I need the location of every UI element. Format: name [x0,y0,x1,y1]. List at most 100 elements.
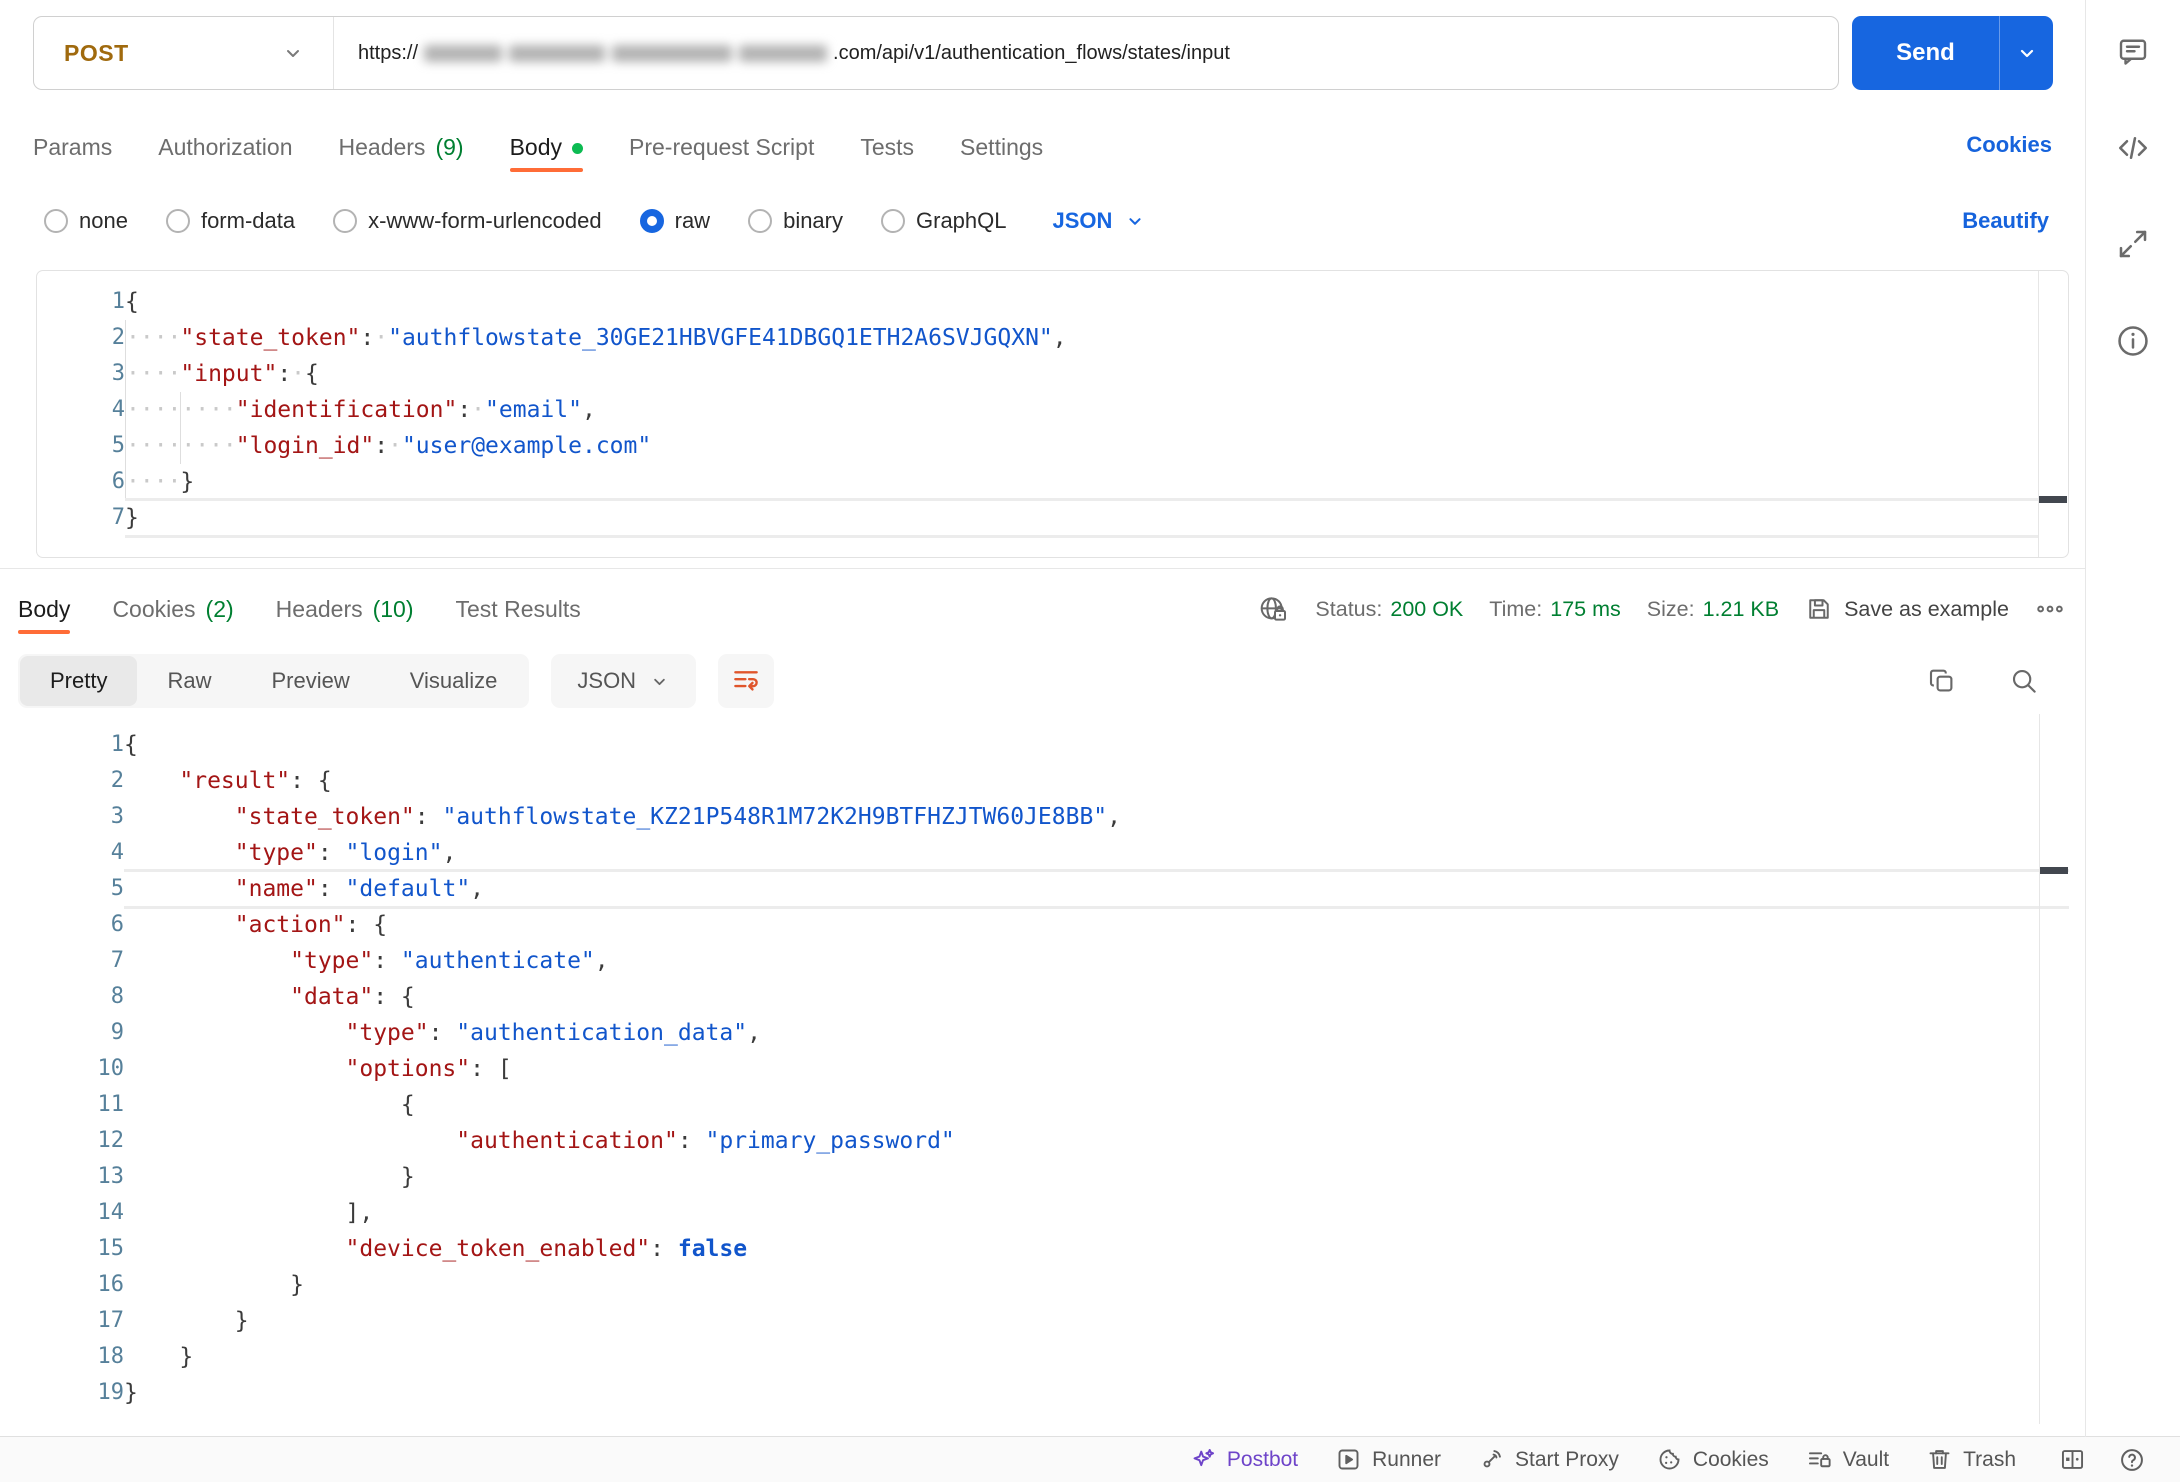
token: : [ [470,1056,512,1082]
url-input[interactable]: https:// .com/api/v1/authentication_flow… [334,42,1838,65]
url-prefix: https:// [358,41,419,64]
code-icon[interactable] [2115,130,2151,166]
copy-icon[interactable] [1927,666,1957,696]
radio-icon [881,209,905,233]
request-tab-authorization[interactable]: Authorization [158,124,292,170]
status-badge[interactable]: Status: 200 OK [1315,597,1463,622]
line-number: 16 [97,1272,125,1297]
comments-icon[interactable] [2115,34,2151,70]
line-number: 4 [110,840,124,865]
token: , [1052,325,1067,351]
code-area[interactable]: {"result": {"state_token": "authflowstat… [124,714,2069,1411]
view-tab-visualize[interactable]: Visualize [380,656,528,706]
body-mode-GraphQL[interactable]: GraphQL [881,208,1007,234]
method-select[interactable]: POST [34,17,334,89]
footer-vault-button[interactable]: Vault [1806,1446,1889,1473]
indent-guide: ···· [125,356,181,392]
footer-start-proxy-button[interactable]: Start Proxy [1478,1446,1619,1473]
request-tab-settings[interactable]: Settings [960,124,1043,170]
line-number: 6 [111,469,125,494]
split-pane-icon[interactable] [2059,1446,2086,1473]
response-tab-headers[interactable]: Headers (10) [276,586,414,632]
overview-ruler[interactable] [2039,714,2040,1424]
footer-postbot-button[interactable]: Postbot [1190,1446,1298,1473]
response-tab-test-results[interactable]: Test Results [456,586,581,632]
response-body-editor[interactable]: 1 2 3 4 5 6 7 8 9 10 11 12 13 14 15 16 17 18 19{"result": … [36,714,2069,1424]
token: : [677,1128,706,1154]
request-tab-body[interactable]: Body [509,124,584,172]
indent-guide: ···· [125,392,181,428]
body-mode-form-data[interactable]: form-data [165,208,295,234]
response-language-select[interactable]: JSON [551,654,697,708]
send-button[interactable]: Send [1852,16,2053,90]
view-tab-pretty[interactable]: Pretty [20,656,138,706]
response-tab-body[interactable]: Body [18,586,71,634]
trash-icon [1926,1446,1953,1473]
radio-selected-icon [639,209,664,233]
token: : [277,361,292,387]
body-language-select[interactable]: JSON [1053,208,1147,234]
network-globe-lock-icon[interactable] [1257,593,1289,625]
request-tab-pre-request-script[interactable]: Pre-request Script [629,124,814,170]
line-number: 8 [110,984,124,1009]
code-line: } [124,1267,2069,1303]
save-as-example-button[interactable]: Save as example [1805,595,2009,623]
body-mode-none[interactable]: none [44,208,128,234]
code-line: "action": { [124,907,2069,943]
footer-item-label: Postbot [1226,1447,1299,1471]
code-line: ····"state_token":·"authflowstate_30GE21… [125,320,2038,356]
radio-icon [333,209,358,233]
body-mode-label: GraphQL [916,208,1007,233]
request-tab-tests[interactable]: Tests [860,124,914,170]
code-line: "device_token_enabled": false [124,1231,2069,1267]
footer-cookies-button[interactable]: Cookies [1656,1446,1769,1473]
view-tab-preview[interactable]: Preview [241,656,379,706]
line-number: 3 [110,804,124,829]
token: "type" [290,948,374,974]
footer-trash-button[interactable]: Trash [1926,1446,2016,1473]
footer-runner-button[interactable]: Runner [1335,1446,1441,1473]
line-number: 18 [97,1344,125,1369]
time-badge[interactable]: Time: 175 ms [1489,597,1620,622]
response-tab-cookies[interactable]: Cookies (2) [112,586,233,632]
send-label: Send [1896,39,1955,66]
more-actions-icon[interactable] [2035,594,2065,624]
token: · [291,361,306,387]
line-number: 13 [97,1164,125,1189]
request-tab-headers[interactable]: Headers (9) [339,124,464,170]
body-mode-x-www-form-urlencoded[interactable]: x-www-form-urlencoded [333,208,602,234]
request-body-editor[interactable]: 1 2 3 4 5 6 7{····"state_token":·"authflowstat… [36,270,2069,558]
search-icon[interactable] [2009,666,2039,696]
token: { [305,361,319,387]
cookies-link[interactable]: Cookies [1966,132,2052,158]
token: , [442,840,457,866]
postman-app: POST https:// .com/api/v1/authentication… [0,0,2180,1482]
overview-ruler[interactable] [2038,271,2039,557]
body-mode-raw[interactable]: raw [639,208,710,234]
request-tab-params[interactable]: Params [33,124,112,170]
token: : [428,1020,457,1046]
indent-guide: ···· [125,464,181,500]
token: "primary_password" [705,1128,955,1154]
code-line: } [124,1159,2069,1195]
code-area[interactable]: { ····"state_token":·"authflowstate_30GE2… [125,271,2038,538]
help-icon[interactable] [2118,1446,2146,1474]
body-mode-binary[interactable]: binary [748,208,843,234]
tab-count-badge: (2) [205,595,234,622]
size-badge[interactable]: Size: 1.21 KB [1647,597,1779,622]
resize-panel-icon[interactable] [2115,226,2151,262]
wrap-text-button[interactable] [718,654,775,708]
code-line: } [124,1339,2069,1375]
token: "device_token_enabled" [345,1236,651,1262]
beautify-link[interactable]: Beautify [1962,208,2049,234]
radio-icon [165,209,190,233]
tab-count-badge: (10) [372,595,414,622]
token: , [581,397,596,423]
token: "result" [179,768,291,794]
view-tab-raw[interactable]: Raw [137,656,241,706]
scroll-position-mark [2039,496,2067,503]
send-options-caret[interactable] [1999,16,2053,90]
info-icon[interactable] [2114,322,2152,360]
footer-item-label: Cookies [1692,1447,1769,1471]
indent-guide: ···· [125,428,181,464]
